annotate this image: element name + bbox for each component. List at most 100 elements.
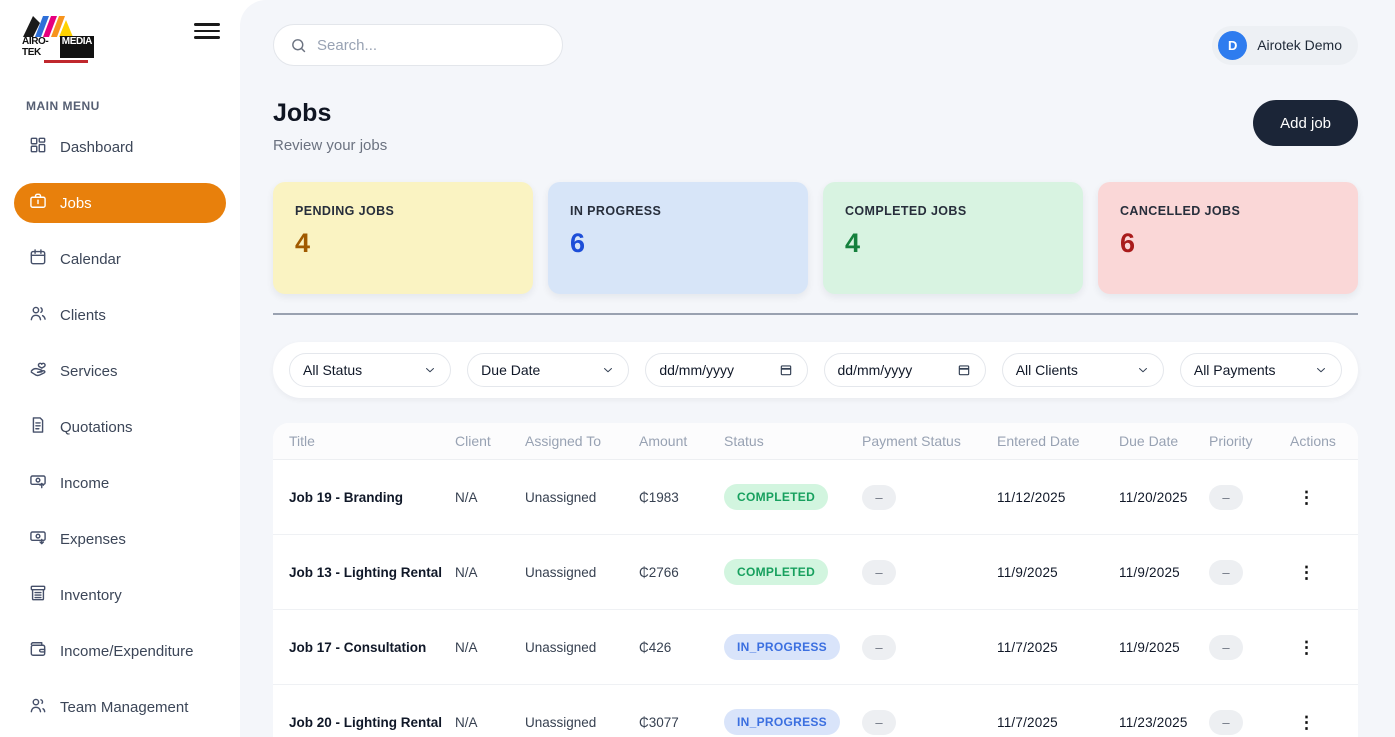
team-icon bbox=[28, 695, 48, 719]
menu-toggle-icon[interactable] bbox=[194, 20, 220, 42]
job-amount: ₵426 bbox=[639, 640, 724, 655]
column-header-status: Status bbox=[724, 433, 862, 449]
payment-status-empty: – bbox=[862, 635, 896, 660]
filter-date-input[interactable]: dd/mm/yyyy bbox=[824, 353, 986, 387]
date-placeholder: dd/mm/yyyy bbox=[838, 362, 913, 378]
column-header-priority: Priority bbox=[1209, 433, 1290, 449]
chevron-down-icon bbox=[1136, 363, 1150, 377]
stat-card-value: 4 bbox=[295, 228, 511, 259]
sidebar-item-calendar[interactable]: Calendar bbox=[14, 239, 226, 279]
priority-empty: – bbox=[1209, 485, 1243, 510]
user-avatar: D bbox=[1218, 31, 1247, 60]
job-priority: – bbox=[1209, 635, 1290, 660]
sidebar-item-label: Dashboard bbox=[60, 139, 133, 156]
archive-icon bbox=[28, 583, 48, 607]
table-row: Job 13 - Lighting RentalN/AUnassigned₵27… bbox=[273, 535, 1358, 610]
sidebar-item-services[interactable]: Services bbox=[14, 351, 226, 391]
row-actions-menu-icon[interactable]: ⋮ bbox=[1290, 485, 1323, 510]
sidebar-item-income-expenditure[interactable]: Income/Expenditure bbox=[14, 631, 226, 671]
job-due-date: 11/9/2025 bbox=[1119, 565, 1209, 580]
job-amount: ₵2766 bbox=[639, 565, 724, 580]
stat-card: IN PROGRESS 6 bbox=[548, 182, 808, 294]
column-header-amount: Amount bbox=[639, 433, 724, 449]
table-header-row: TitleClientAssigned ToAmountStatusPaymen… bbox=[273, 423, 1358, 460]
sidebar-item-label: Inventory bbox=[60, 587, 122, 604]
dashboard-grid-icon bbox=[28, 135, 48, 159]
add-job-button[interactable]: Add job bbox=[1253, 100, 1358, 146]
user-menu[interactable]: D Airotek Demo bbox=[1212, 26, 1358, 65]
job-client: N/A bbox=[455, 490, 525, 505]
filter-select-all-payments[interactable]: All Payments bbox=[1180, 353, 1342, 387]
filter-select-due-date[interactable]: Due Date bbox=[467, 353, 629, 387]
priority-empty: – bbox=[1209, 560, 1243, 585]
job-amount: ₵3077 bbox=[639, 715, 724, 730]
stat-card-label: COMPLETED JOBS bbox=[845, 204, 1061, 218]
job-payment-status: – bbox=[862, 635, 997, 660]
payment-status-empty: – bbox=[862, 710, 896, 735]
stat-card: COMPLETED JOBS 4 bbox=[823, 182, 1083, 294]
job-client: N/A bbox=[455, 640, 525, 655]
filter-date-input[interactable]: dd/mm/yyyy bbox=[645, 353, 807, 387]
job-payment-status: – bbox=[862, 710, 997, 735]
filter-value: All Status bbox=[303, 362, 362, 378]
chevron-down-icon bbox=[423, 363, 437, 377]
job-payment-status: – bbox=[862, 560, 997, 585]
job-client: N/A bbox=[455, 715, 525, 730]
sidebar-item-quotations[interactable]: Quotations bbox=[14, 407, 226, 447]
sidebar-item-income[interactable]: Income bbox=[14, 463, 226, 503]
table-body: Job 19 - BrandingN/AUnassigned₵1983COMPL… bbox=[273, 460, 1358, 737]
date-placeholder: dd/mm/yyyy bbox=[659, 362, 734, 378]
job-actions: ⋮ bbox=[1290, 560, 1342, 585]
column-header-title: Title bbox=[289, 433, 455, 449]
job-client: N/A bbox=[455, 565, 525, 580]
job-assigned-to: Unassigned bbox=[525, 715, 639, 730]
sidebar-item-jobs[interactable]: Jobs bbox=[14, 183, 226, 223]
job-title: Job 13 - Lighting Rental bbox=[289, 565, 455, 580]
column-header-entered-date: Entered Date bbox=[997, 433, 1119, 449]
stat-card-label: CANCELLED JOBS bbox=[1120, 204, 1336, 218]
job-status: IN_PROGRESS bbox=[724, 634, 862, 660]
job-due-date: 11/20/2025 bbox=[1119, 490, 1209, 505]
filter-select-all-status[interactable]: All Status bbox=[289, 353, 451, 387]
people-icon bbox=[28, 303, 48, 327]
main-content: D Airotek Demo Jobs Review your jobs Add… bbox=[240, 0, 1395, 737]
sidebar-item-dashboard[interactable]: Dashboard bbox=[14, 127, 226, 167]
payment-status-empty: – bbox=[862, 560, 896, 585]
sidebar: AIRO-TEK MEDIA MAIN MENU Dashboard Jobs … bbox=[0, 0, 240, 737]
brand-name-secondary: MEDIA bbox=[60, 36, 94, 58]
row-actions-menu-icon[interactable]: ⋮ bbox=[1290, 635, 1323, 660]
cash-up-icon bbox=[28, 471, 48, 495]
wallet-icon bbox=[28, 639, 48, 663]
column-header-actions: Actions bbox=[1290, 433, 1342, 449]
sidebar-item-expenses[interactable]: Expenses bbox=[14, 519, 226, 559]
table-row: Job 20 - Lighting RentalN/AUnassigned₵30… bbox=[273, 685, 1358, 737]
filter-select-all-clients[interactable]: All Clients bbox=[1002, 353, 1164, 387]
job-due-date: 11/9/2025 bbox=[1119, 640, 1209, 655]
sidebar-item-label: Clients bbox=[60, 307, 106, 324]
page-subtitle: Review your jobs bbox=[273, 137, 387, 154]
job-entered-date: 11/7/2025 bbox=[997, 640, 1119, 655]
sidebar-item-label: Expenses bbox=[60, 531, 126, 548]
sidebar-item-clients[interactable]: Clients bbox=[14, 295, 226, 335]
job-due-date: 11/23/2025 bbox=[1119, 715, 1209, 730]
chevron-down-icon bbox=[601, 363, 615, 377]
sidebar-item-inventory[interactable]: Inventory bbox=[14, 575, 226, 615]
sidebar-item-label: Quotations bbox=[60, 419, 133, 436]
table-row: Job 17 - ConsultationN/AUnassigned₵426IN… bbox=[273, 610, 1358, 685]
job-assigned-to: Unassigned bbox=[525, 565, 639, 580]
calendar-picker-icon bbox=[779, 363, 794, 378]
sidebar-item-label: Calendar bbox=[60, 251, 121, 268]
row-actions-menu-icon[interactable]: ⋮ bbox=[1290, 560, 1323, 585]
status-badge: IN_PROGRESS bbox=[724, 709, 840, 735]
stat-card-value: 4 bbox=[845, 228, 1061, 259]
section-divider bbox=[273, 313, 1358, 315]
brand-tagline-bar bbox=[44, 60, 88, 63]
sidebar-item-team-management[interactable]: Team Management bbox=[14, 687, 226, 727]
row-actions-menu-icon[interactable]: ⋮ bbox=[1290, 710, 1323, 735]
page-header: Jobs Review your jobs Add job bbox=[273, 99, 1358, 154]
calendar-icon bbox=[28, 247, 48, 271]
filter-value: All Clients bbox=[1016, 362, 1078, 378]
brand-name-primary: AIRO-TEK bbox=[22, 36, 59, 58]
search-input[interactable] bbox=[317, 37, 546, 54]
column-header-payment-status: Payment Status bbox=[862, 433, 997, 449]
